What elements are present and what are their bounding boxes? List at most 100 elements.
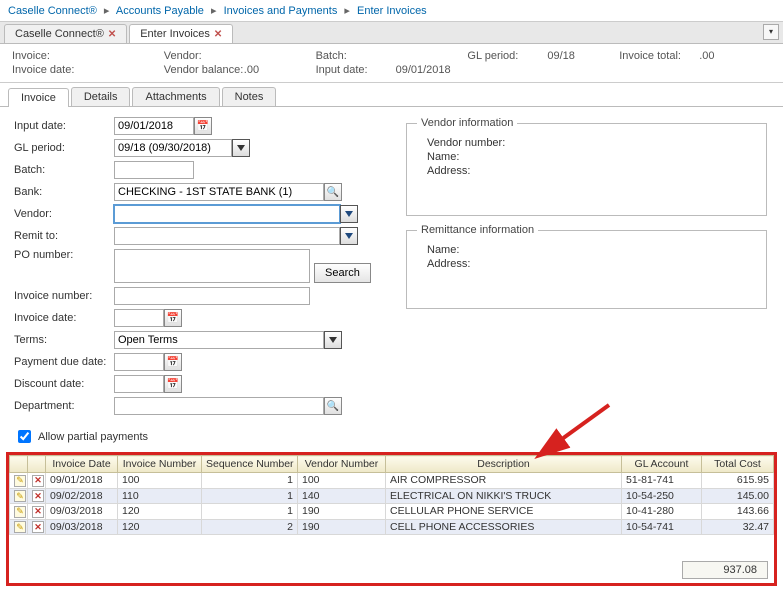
- close-icon[interactable]: ✕: [108, 29, 116, 40]
- gl-period-field[interactable]: [114, 139, 232, 157]
- edit-icon[interactable]: ✎: [14, 521, 26, 533]
- allow-partial-payments-checkbox[interactable]: [18, 430, 31, 443]
- cell-description: ELECTRICAL ON NIKKI'S TRUCK: [386, 488, 622, 504]
- cell-total-cost: 32.47: [702, 519, 774, 535]
- remit-to-label: Remit to:: [14, 230, 114, 242]
- dropdown-icon[interactable]: [324, 331, 342, 349]
- edit-icon[interactable]: ✎: [14, 506, 26, 518]
- cell-vendor-number: 190: [298, 519, 386, 535]
- cell-description: CELLULAR PHONE SERVICE: [386, 504, 622, 520]
- dropdown-icon[interactable]: [340, 227, 358, 245]
- tab-details[interactable]: Details: [71, 87, 131, 106]
- cell-invoice-number: 120: [118, 504, 202, 520]
- tab-caselle-connect[interactable]: Caselle Connect® ✕: [4, 24, 127, 43]
- remit-to-field[interactable]: [114, 227, 340, 245]
- col-invoice-number[interactable]: Invoice Number: [118, 456, 202, 473]
- breadcrumb-sep: ▸: [211, 5, 217, 17]
- edit-icon[interactable]: ✎: [14, 490, 26, 502]
- payment-due-date-label: Payment due date:: [14, 356, 114, 368]
- cell-vendor-number: 100: [298, 473, 386, 489]
- col-description[interactable]: Description: [386, 456, 622, 473]
- breadcrumb-item[interactable]: Enter Invoices: [357, 5, 427, 17]
- dropdown-icon[interactable]: [340, 205, 358, 223]
- calendar-icon[interactable]: 📅: [164, 375, 182, 393]
- cell-total-cost: 615.95: [702, 473, 774, 489]
- dropdown-icon[interactable]: [232, 139, 250, 157]
- tab-enter-invoices[interactable]: Enter Invoices ✕: [129, 24, 233, 43]
- batch-label: Batch:: [14, 164, 114, 176]
- calendar-icon[interactable]: 📅: [194, 117, 212, 135]
- delete-icon[interactable]: ✕: [32, 475, 44, 487]
- cell-gl-account: 10-41-280: [622, 504, 702, 520]
- department-field[interactable]: [114, 397, 324, 415]
- invoice-number-field[interactable]: [114, 287, 310, 305]
- binoculars-icon[interactable]: 🔍: [324, 183, 342, 201]
- search-button[interactable]: Search: [314, 263, 371, 283]
- cell-description: CELL PHONE ACCESSORIES: [386, 519, 622, 535]
- delete-icon[interactable]: ✕: [32, 490, 44, 502]
- col-invoice-date[interactable]: Invoice Date: [46, 456, 118, 473]
- cell-gl-account: 10-54-741: [622, 519, 702, 535]
- batch-field[interactable]: [114, 161, 194, 179]
- summary-strip: Invoice: Invoice date: Vendor: Vendor ba…: [0, 44, 783, 83]
- grid-total-bar: 937.08: [9, 557, 774, 583]
- invoice-grid[interactable]: Invoice Date Invoice Number Sequence Num…: [9, 455, 774, 535]
- col-edit[interactable]: [10, 456, 28, 473]
- payment-due-date-field[interactable]: [114, 353, 164, 371]
- remittance-information-group: Remittance information Name: Address:: [406, 224, 767, 309]
- cell-invoice-date: 09/03/2018: [46, 504, 118, 520]
- form-area: Input date: 📅 GL period: Batch: Bank: 🔍 …: [0, 107, 783, 425]
- discount-date-label: Discount date:: [14, 378, 114, 390]
- breadcrumb-item[interactable]: Caselle Connect®: [8, 5, 97, 17]
- tabbar-dropdown-button[interactable]: ▾: [763, 24, 779, 40]
- gl-period-label: GL period:: [14, 142, 114, 154]
- vendor-field[interactable]: [114, 205, 340, 223]
- breadcrumb-sep: ▸: [344, 5, 350, 17]
- delete-icon[interactable]: ✕: [32, 506, 44, 518]
- close-icon[interactable]: ✕: [214, 29, 222, 40]
- cell-description: AIR COMPRESSOR: [386, 473, 622, 489]
- cell-vendor-number: 140: [298, 488, 386, 504]
- cell-invoice-number: 110: [118, 488, 202, 504]
- tab-invoice[interactable]: Invoice: [8, 88, 69, 107]
- discount-date-field[interactable]: [114, 375, 164, 393]
- tab-notes[interactable]: Notes: [222, 87, 277, 106]
- input-date-field[interactable]: [114, 117, 194, 135]
- po-number-label: PO number:: [14, 249, 114, 261]
- breadcrumb-sep: ▸: [104, 5, 110, 17]
- col-sequence-number[interactable]: Sequence Number: [202, 456, 298, 473]
- invoice-date-field[interactable]: [114, 309, 164, 327]
- delete-icon[interactable]: ✕: [32, 521, 44, 533]
- invoice-number-label: Invoice number:: [14, 290, 114, 302]
- table-row[interactable]: ✎ ✕09/03/20181201190CELLULAR PHONE SERVIC…: [10, 504, 774, 520]
- breadcrumb-item[interactable]: Invoices and Payments: [224, 5, 338, 17]
- table-row[interactable]: ✎✕09/03/20181202190CELL PHONE ACCESSORIE…: [10, 519, 774, 535]
- tab-attachments[interactable]: Attachments: [132, 87, 219, 106]
- invoice-date-label: Invoice date:: [14, 312, 114, 324]
- cell-sequence-number: 1: [202, 504, 298, 520]
- cell-total-cost: 143.66: [702, 504, 774, 520]
- calendar-icon[interactable]: 📅: [164, 353, 182, 371]
- table-row[interactable]: ✎✕09/02/20181101140ELECTRICAL ON NIKKI'S…: [10, 488, 774, 504]
- bank-field[interactable]: [114, 183, 324, 201]
- col-vendor-number[interactable]: Vendor Number: [298, 456, 386, 473]
- breadcrumb-item[interactable]: Accounts Payable: [116, 5, 204, 17]
- cell-vendor-number: 190: [298, 504, 386, 520]
- detail-tabbar: Invoice Details Attachments Notes: [0, 83, 783, 107]
- calendar-icon[interactable]: 📅: [164, 309, 182, 327]
- cell-sequence-number: 2: [202, 519, 298, 535]
- col-total-cost[interactable]: Total Cost: [702, 456, 774, 473]
- vendor-information-group: Vendor information Vendor number: Name: …: [406, 117, 767, 216]
- terms-field[interactable]: [114, 331, 324, 349]
- cell-gl-account: 51-81-741: [622, 473, 702, 489]
- po-number-field[interactable]: [114, 249, 310, 283]
- allow-partial-payments-label: Allow partial payments: [38, 431, 148, 443]
- table-row[interactable]: ✎✕09/01/20181001100AIR COMPRESSOR51-81-7…: [10, 473, 774, 489]
- edit-icon[interactable]: ✎: [14, 475, 26, 487]
- binoculars-icon[interactable]: 🔍: [324, 397, 342, 415]
- bank-label: Bank:: [14, 186, 114, 198]
- department-label: Department:: [14, 400, 114, 412]
- col-gl-account[interactable]: GL Account: [622, 456, 702, 473]
- cell-total-cost: 145.00: [702, 488, 774, 504]
- col-delete[interactable]: [28, 456, 46, 473]
